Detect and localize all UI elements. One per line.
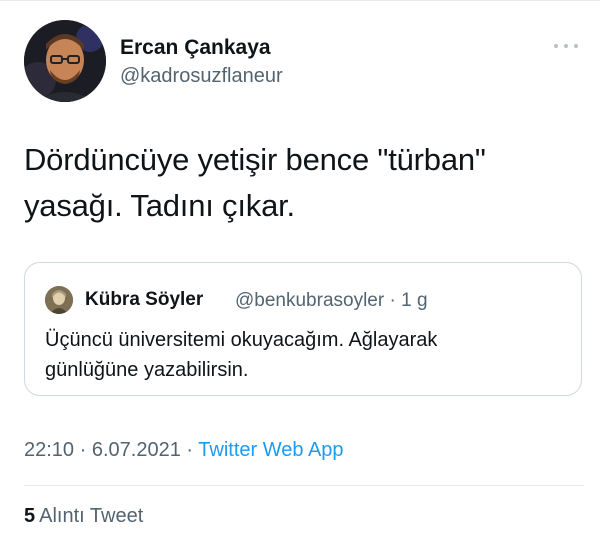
quote-tweets-link[interactable]: 5 Alıntı Tweet — [24, 505, 143, 528]
quoted-author-name[interactable]: Kübra Söyler — [85, 289, 203, 311]
tweet-meta: 22:10 · 6.07.2021 · Twitter Web App — [24, 439, 344, 462]
tweet-date[interactable]: 6.07.2021 — [92, 439, 181, 461]
quoted-text-line: günlüğüne yazabilirsin. — [45, 359, 249, 381]
author-avatar[interactable] — [24, 20, 106, 102]
quoted-author-avatar[interactable] — [45, 286, 73, 314]
quoted-tweet-card[interactable]: Kübra Söyler @benkubrasoyler · 1 g Üçünc… — [24, 262, 582, 396]
quoted-author-meta[interactable]: @benkubrasoyler · 1 g — [235, 290, 428, 312]
tweet-text-line: yasağı. Tadını çıkar. — [24, 188, 295, 223]
avatar-photo-icon — [45, 286, 73, 314]
tweet-text-line: Dördüncüye yetişir bence "türban" — [24, 142, 486, 177]
tweet-time[interactable]: 22:10 — [24, 439, 74, 461]
author-name[interactable]: Ercan Çankaya — [120, 36, 271, 60]
tweet-source-link[interactable]: Twitter Web App — [198, 439, 343, 461]
quote-count: 5 — [24, 505, 36, 527]
quoted-author-handle: @benkubrasoyler — [235, 290, 385, 311]
author-handle[interactable]: @kadrosuzflaneur — [120, 65, 283, 88]
tweet-text: Dördüncüye yetişir bence "türban" yasağı… — [24, 137, 584, 229]
more-horizontal-icon[interactable] — [554, 38, 578, 54]
tweet: Ercan Çankaya @kadrosuzflaneur Dördüncüy… — [0, 0, 600, 545]
quote-label: Alıntı Tweet — [39, 505, 144, 527]
quoted-tweet-text: Üçüncü üniversitemi okuyacağım. Ağlayara… — [45, 325, 565, 385]
meta-separator: · — [79, 439, 87, 461]
stats-divider — [24, 485, 584, 486]
avatar-photo-icon — [24, 20, 106, 102]
meta-separator: · — [186, 439, 194, 461]
quoted-separator: · — [389, 290, 396, 311]
quoted-text-line: Üçüncü üniversitemi okuyacağım. Ağlayara… — [45, 329, 438, 351]
quoted-age: 1 g — [401, 290, 428, 311]
